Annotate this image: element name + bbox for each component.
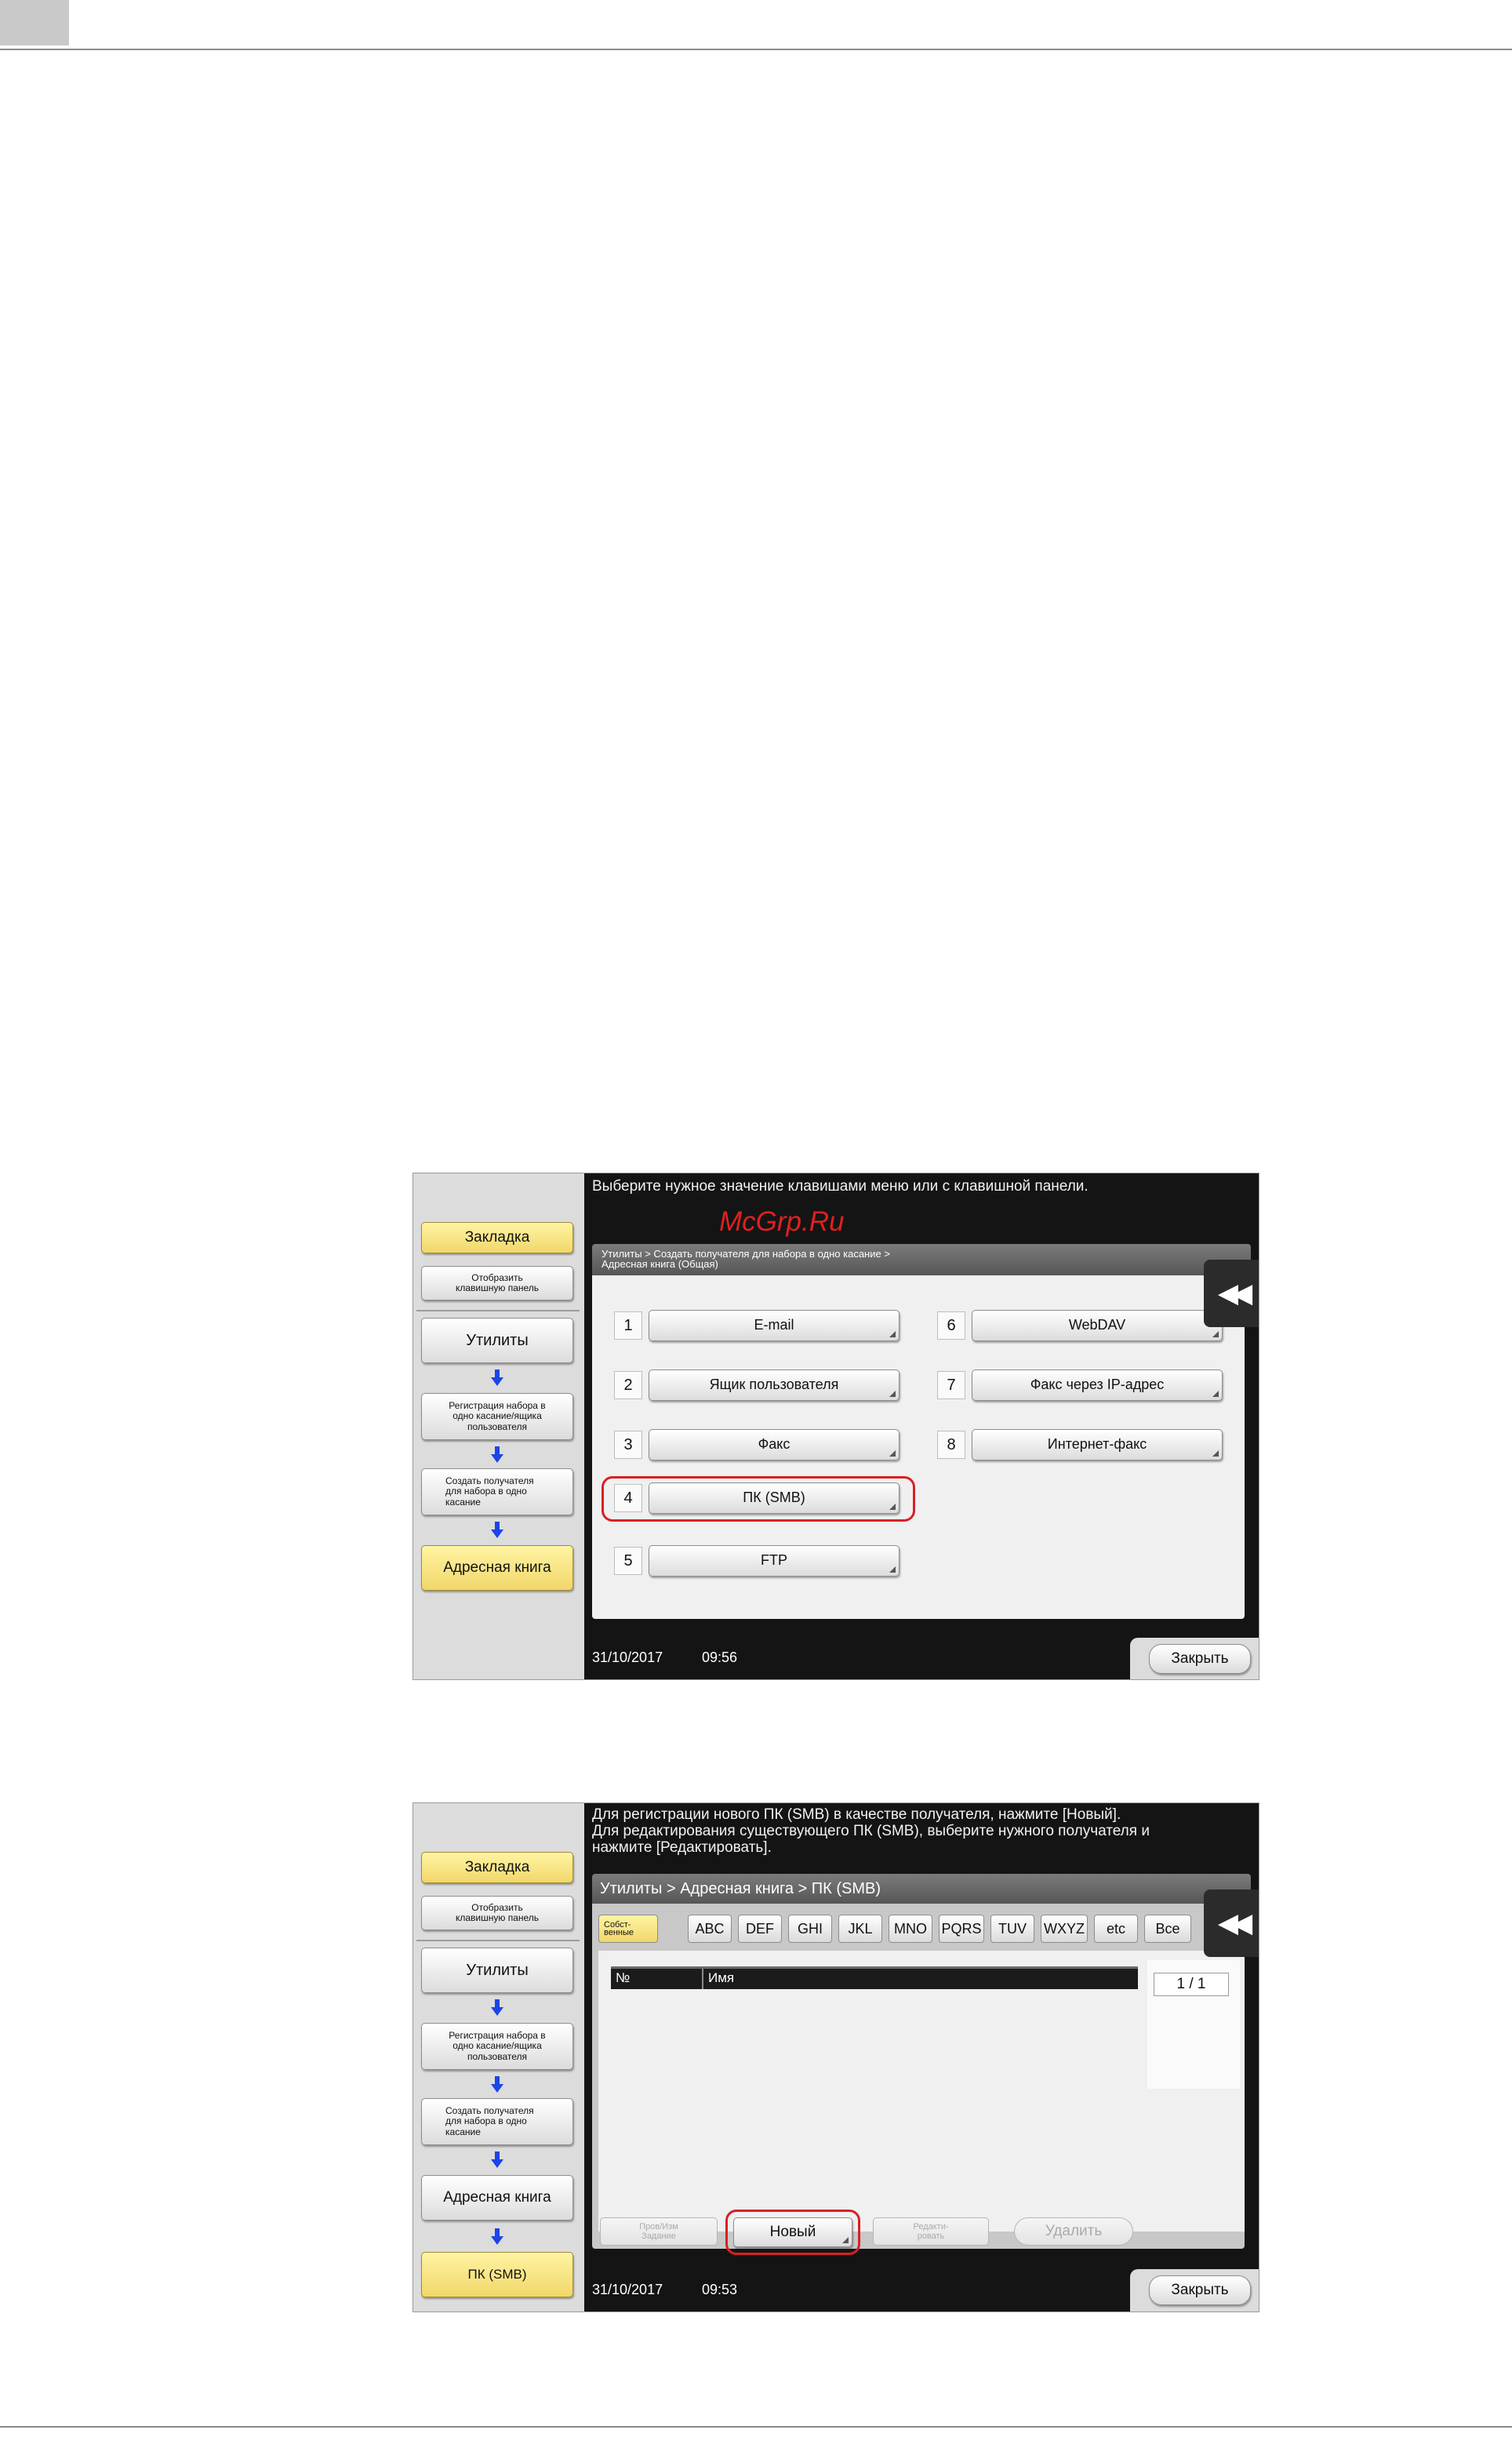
item-number: 8: [937, 1431, 965, 1459]
bookmark-button[interactable]: Закладка: [421, 1222, 573, 1253]
user-box-button[interactable]: Ящик пользователя: [649, 1369, 900, 1401]
content-area: 1 E-mail 2 Ящик пользователя 3 Факс 4 ПК…: [592, 1275, 1245, 1619]
page-indicator: 1 / 1: [1154, 1973, 1229, 1996]
instruction-line1: Для регистрации нового ПК (SMB) в качест…: [592, 1806, 1121, 1823]
arrow-down-icon: [491, 1999, 503, 2016]
column-name: Имя: [708, 1970, 735, 1985]
screenshot-address-book: Закладка Отобразить клавишную панель Ути…: [413, 1173, 1259, 1680]
item-number: 2: [614, 1371, 642, 1399]
address-book-button[interactable]: Адресная книга: [421, 1545, 573, 1591]
content-area: Собст-венные ABC DEF GHI JKL MNO PQRS TU…: [592, 1904, 1245, 2255]
close-button[interactable]: Закрыть: [1149, 2275, 1251, 2305]
tab-abc[interactable]: ABC: [688, 1915, 732, 1943]
one-touch-registration-button[interactable]: Регистрация набора в одно касание/ящика …: [421, 2023, 573, 2070]
ftp-button[interactable]: FTP: [649, 1545, 900, 1577]
item-number: 5: [614, 1547, 642, 1575]
instruction-text: Выберите нужное значение клавишами меню …: [592, 1178, 1089, 1195]
time-text: 09:56: [702, 1650, 738, 1665]
tab-wxyz[interactable]: WXYZ: [1041, 1915, 1088, 1943]
time-text: 09:53: [702, 2282, 738, 2297]
tab-def[interactable]: DEF: [738, 1915, 782, 1943]
page-header-square: [0, 0, 69, 45]
item-number: 3: [614, 1431, 642, 1459]
check-job-button[interactable]: Пров/Изм Задание: [600, 2217, 718, 2246]
pager: 1 / 1: [1147, 1960, 1240, 2089]
instruction-line2: Для редактирования существующего ПК (SMB…: [592, 1823, 1150, 1839]
email-button[interactable]: E-mail: [649, 1310, 900, 1341]
utilities-button[interactable]: Утилиты: [421, 1948, 573, 1993]
item-number: 7: [937, 1371, 965, 1399]
column-divider: [702, 1969, 703, 1989]
arrow-down-icon: [491, 1522, 503, 1538]
pc-smb-button[interactable]: ПК (SMB): [649, 1482, 900, 1514]
create-recipient-button[interactable]: Создать получателя для набора в одно кас…: [421, 1468, 573, 1515]
date-text: 31/10/2017: [592, 1650, 663, 1665]
column-number: №: [616, 1970, 631, 1985]
fax-button[interactable]: Факс: [649, 1429, 900, 1460]
create-recipient-button[interactable]: Создать получателя для набора в одно кас…: [421, 2098, 573, 2145]
arrow-down-icon: [491, 2151, 503, 2168]
utilities-button[interactable]: Утилиты: [421, 1318, 573, 1363]
internet-fax-button[interactable]: Интернет-факс: [972, 1429, 1223, 1460]
rewind-icon[interactable]: ◀◀: [1204, 1890, 1259, 1957]
alpha-tabs: Собст-венные ABC DEF GHI JKL MNO PQRS TU…: [598, 1915, 1210, 1943]
main-panel: Выберите нужное значение клавишами меню …: [584, 1173, 1259, 1679]
breadcrumb-line2: Адресная книга (Общая): [602, 1258, 718, 1270]
sidebar-divider: [416, 1940, 580, 1941]
tab-jkl[interactable]: JKL: [838, 1915, 882, 1943]
ip-fax-button[interactable]: Факс через IP-адрес: [972, 1369, 1223, 1401]
address-book-button[interactable]: Адресная книга: [421, 2175, 573, 2221]
tab-etc[interactable]: etc: [1094, 1915, 1138, 1943]
date-text: 31/10/2017: [592, 2282, 663, 2297]
rewind-icon[interactable]: ◀◀: [1204, 1260, 1259, 1327]
close-button[interactable]: Закрыть: [1149, 1644, 1251, 1674]
one-touch-registration-button[interactable]: Регистрация набора в одно касание/ящика …: [421, 1393, 573, 1440]
show-keypad-button[interactable]: Отобразить клавишную панель: [421, 1896, 573, 1930]
breadcrumb: Утилиты > Адресная книга > ПК (SMB): [592, 1874, 1251, 1904]
pc-smb-nav-button[interactable]: ПК (SMB): [421, 2252, 573, 2297]
instruction-text: Для регистрации нового ПК (SMB) в качест…: [592, 1806, 1150, 1856]
tab-pqrs[interactable]: PQRS: [939, 1915, 984, 1943]
tab-own[interactable]: Собст-венные: [598, 1915, 658, 1943]
item-number: 1: [614, 1311, 642, 1340]
sidebar: Закладка Отобразить клавишную панель Ути…: [413, 1803, 584, 2312]
tab-all[interactable]: Все: [1144, 1915, 1191, 1943]
screenshot-pc-smb-list: Закладка Отобразить клавишную панель Ути…: [413, 1802, 1259, 2312]
delete-button[interactable]: Удалить: [1014, 2217, 1133, 2246]
tab-ghi[interactable]: GHI: [788, 1915, 832, 1943]
list-header: № Имя: [611, 1966, 1138, 1989]
arrow-down-icon: [491, 2076, 503, 2093]
tab-mno[interactable]: MNO: [889, 1915, 932, 1943]
sidebar-divider: [416, 1310, 580, 1311]
webdav-button[interactable]: WebDAV: [972, 1310, 1223, 1341]
page-footer-rule: [0, 2426, 1512, 2428]
sidebar: Закладка Отобразить клавишную панель Ути…: [413, 1173, 584, 1679]
instruction-line3: нажмите [Редактировать].: [592, 1839, 772, 1856]
tab-tuv[interactable]: TUV: [990, 1915, 1034, 1943]
item-number: 6: [937, 1311, 965, 1340]
breadcrumb: Утилиты > Создать получателя для набора …: [592, 1244, 1251, 1275]
arrow-down-icon: [491, 1446, 503, 1463]
edit-button[interactable]: Редакти-ровать: [873, 2217, 989, 2246]
arrow-down-icon: [491, 2228, 503, 2245]
page-header-rule: [0, 49, 1512, 50]
main-panel: Для регистрации нового ПК (SMB) в качест…: [584, 1803, 1259, 2312]
arrow-down-icon: [491, 1369, 503, 1386]
bookmark-button[interactable]: Закладка: [421, 1852, 573, 1883]
new-button[interactable]: Новый: [733, 2217, 852, 2247]
item-number: 4: [614, 1484, 642, 1512]
watermark: McGrp.Ru: [719, 1206, 845, 1237]
show-keypad-button[interactable]: Отобразить клавишную панель: [421, 1266, 573, 1300]
